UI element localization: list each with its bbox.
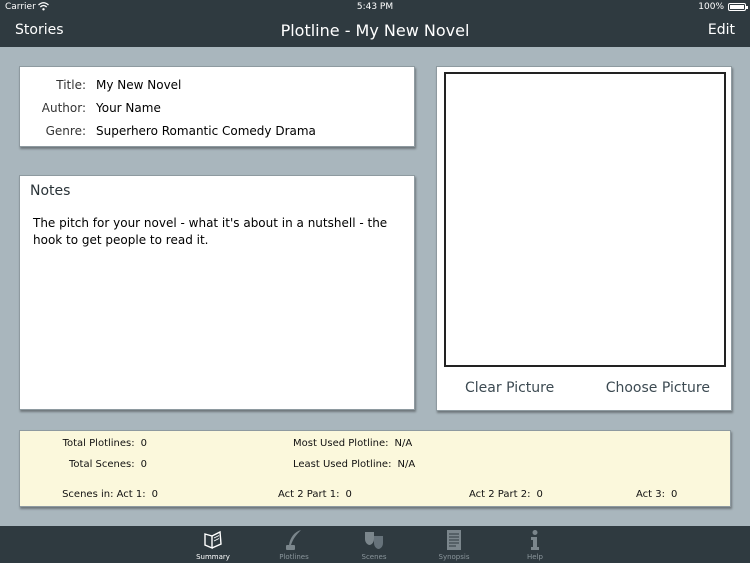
act2p2-label: Act 2 Part 2:	[469, 489, 531, 500]
choose-picture-button[interactable]: Choose Picture	[606, 380, 710, 396]
act1-value: 0	[151, 489, 158, 500]
clear-picture-button[interactable]: Clear Picture	[465, 380, 554, 396]
author-value: Your Name	[96, 101, 161, 115]
quill-pen-icon	[286, 530, 301, 550]
act2p1-label: Act 2 Part 1:	[278, 489, 340, 500]
picture-card: Clear Picture Choose Picture	[436, 66, 732, 411]
document-icon	[447, 530, 461, 550]
act3-label: Act 3:	[636, 489, 665, 500]
tab-help[interactable]: Help	[505, 526, 565, 563]
least-used-value: N/A	[397, 459, 416, 470]
act1-label: Scenes in: Act 1:	[62, 489, 146, 500]
total-scenes-label: Total Scenes:	[69, 459, 135, 470]
notes-text[interactable]: The pitch for your novel - what it's abo…	[33, 215, 408, 249]
title-label: Title:	[56, 78, 86, 92]
info-icon	[531, 530, 539, 550]
most-used-label: Most Used Plotline:	[293, 438, 389, 449]
act2p2-value: 0	[536, 489, 543, 500]
status-time: 5:43 PM	[356, 2, 394, 12]
tab-label: Scenes	[361, 553, 387, 561]
tab-synopsis[interactable]: Synopsis	[424, 526, 484, 563]
total-plotlines-stat: Total Plotlines: 0	[63, 438, 147, 449]
edit-button[interactable]: Edit	[708, 22, 735, 38]
story-info-card: Title: My New Novel Author: Your Name Ge…	[19, 66, 415, 147]
act2-part1-stat: Act 2 Part 1: 0	[278, 489, 352, 500]
genre-value: Superhero Romantic Comedy Drama	[96, 124, 316, 138]
stories-button[interactable]: Stories	[15, 22, 64, 38]
status-bar: Carrier 5:43 PM 100%	[0, 0, 750, 15]
act2-part2-stat: Act 2 Part 2: 0	[469, 489, 543, 500]
tab-label: Help	[527, 553, 543, 561]
notes-card[interactable]: Notes The pitch for your novel - what it…	[19, 175, 415, 410]
act3-stat: Act 3: 0	[636, 489, 677, 500]
least-used-plotline-stat: Least Used Plotline: N/A	[293, 459, 415, 470]
most-used-value: N/A	[394, 438, 413, 449]
genre-label: Genre:	[45, 124, 86, 138]
battery-icon	[728, 3, 748, 11]
act2p1-value: 0	[345, 489, 352, 500]
tab-bar: Summary Plotlines Scenes Synopsis Help	[0, 526, 750, 563]
total-plotlines-label: Total Plotlines:	[62, 438, 135, 449]
notes-heading: Notes	[30, 183, 71, 199]
author-label: Author:	[41, 101, 86, 115]
theater-masks-icon	[365, 532, 383, 549]
tab-scenes[interactable]: Scenes	[344, 526, 404, 563]
page-title: Plotline - My New Novel	[280, 21, 470, 40]
battery-percent: 100%	[698, 2, 724, 12]
tab-label: Summary	[196, 553, 230, 561]
total-scenes-stat: Total Scenes: 0	[69, 459, 147, 470]
act1-scenes-stat: Scenes in: Act 1: 0	[62, 489, 158, 500]
total-plotlines-value: 0	[140, 438, 147, 449]
least-used-label: Least Used Plotline:	[293, 459, 392, 470]
total-scenes-value: 0	[140, 459, 147, 470]
tab-label: Synopsis	[438, 553, 470, 561]
tab-label: Plotlines	[279, 553, 309, 561]
picture-frame[interactable]	[444, 72, 726, 367]
stats-card: Total Plotlines: 0 Total Scenes: 0 Most Us…	[19, 430, 731, 507]
tab-summary[interactable]: Summary	[183, 526, 243, 563]
tab-plotlines[interactable]: Plotlines	[264, 526, 324, 563]
navigation-bar: Stories Plotline - My New Novel Edit	[0, 15, 750, 47]
most-used-plotline-stat: Most Used Plotline: N/A	[293, 438, 412, 449]
title-value: My New Novel	[96, 78, 182, 92]
act3-value: 0	[671, 489, 678, 500]
open-book-icon	[204, 530, 222, 550]
